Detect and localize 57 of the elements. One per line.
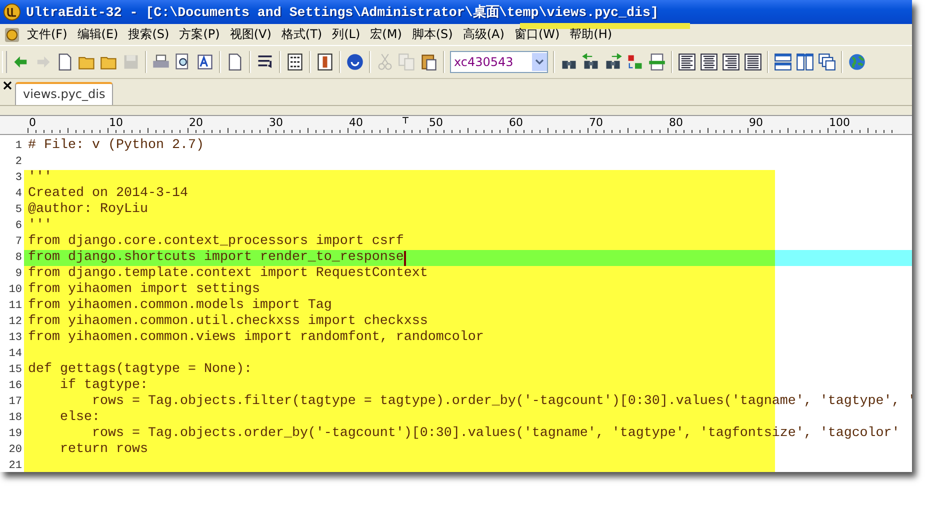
align-right-icon[interactable] xyxy=(720,51,742,73)
code-line: from yihaomen.common.views import randomfont, randomcolor xyxy=(28,330,484,346)
align-center-icon[interactable] xyxy=(698,51,720,73)
ruler-number: 0 xyxy=(29,117,36,129)
ruler-number: 20 xyxy=(189,117,203,129)
menu-item[interactable]: 列(L) xyxy=(327,26,366,43)
split-horizontal-icon[interactable] xyxy=(772,51,794,73)
code-line: if tagtype: xyxy=(58,378,148,394)
code-line: ''' xyxy=(28,218,52,234)
menu-item[interactable]: 方案(P) xyxy=(174,26,225,43)
menu-item[interactable]: 文件(F) xyxy=(22,26,72,43)
document-app-icon[interactable] xyxy=(4,26,20,42)
ruler-number: 60 xyxy=(509,117,523,129)
code-line: from django.core.context_processors import csrf xyxy=(28,234,404,250)
menu-item[interactable]: 脚本(S) xyxy=(406,26,458,43)
ruler-number: 100 xyxy=(829,117,850,129)
ruler-number: 30 xyxy=(269,117,283,129)
split-vertical-icon[interactable] xyxy=(794,51,816,73)
code-line: return rows xyxy=(58,442,148,458)
ruler-number: 10 xyxy=(109,117,123,129)
ruler-number: 40 xyxy=(349,117,363,129)
tab-stop-icon xyxy=(402,117,409,124)
code-line: from yihaomen import settings xyxy=(28,282,260,298)
ruler-number: 70 xyxy=(589,117,603,129)
browser-icon[interactable] xyxy=(344,51,366,73)
ruler-number: 50 xyxy=(429,117,443,129)
menu-item[interactable]: 宏(M) xyxy=(365,26,407,43)
window-title: UltraEdit-32 - [C:\Documents and Settings\Administrator\桌面\temp\views.pyc_dis] xyxy=(26,4,658,21)
code-line: def gettags(tagtype = None): xyxy=(28,362,252,378)
text-cursor xyxy=(404,250,406,266)
cascade-windows-icon[interactable] xyxy=(816,51,838,73)
search-combo-box[interactable]: xc430543 xyxy=(450,51,548,73)
code-line: ''' xyxy=(28,170,52,186)
menu-item[interactable]: 搜索(S) xyxy=(123,26,174,43)
menu-item[interactable]: 格式(T) xyxy=(276,26,328,43)
code-line: # File: v (Python 2.7) xyxy=(28,138,204,154)
code-line: Created on 2014-3-14 xyxy=(28,186,188,202)
menu-item[interactable]: 视图(V) xyxy=(224,26,276,43)
ruler-number: 80 xyxy=(669,117,683,129)
code-line: from yihaomen.common.util.checkxss import checkxss xyxy=(28,314,428,330)
globe-icon[interactable] xyxy=(846,51,868,73)
menu-item[interactable]: 帮助(H) xyxy=(564,26,618,43)
code-line: from yihaomen.common.models import Tag xyxy=(28,298,332,314)
file-tab[interactable]: views.pyc_dis xyxy=(15,82,114,105)
menu-item[interactable]: 高级(A) xyxy=(458,26,510,43)
menu-item[interactable]: 窗口(W) xyxy=(509,26,565,43)
close-icon[interactable] xyxy=(3,81,12,90)
code-line: @author: RoyLiu xyxy=(28,202,148,218)
menu-item[interactable]: 编辑(E) xyxy=(72,26,124,43)
code-line: from django.template.context import RequestContext xyxy=(28,266,428,282)
code-line: from django.shortcuts import render_to_response xyxy=(28,250,404,266)
app-icon xyxy=(3,3,21,21)
ruler-number: 90 xyxy=(749,117,763,129)
justify-icon[interactable] xyxy=(742,51,764,73)
code-line: else: xyxy=(58,410,100,426)
goto-line-icon[interactable] xyxy=(646,51,668,73)
align-left-icon[interactable] xyxy=(676,51,698,73)
